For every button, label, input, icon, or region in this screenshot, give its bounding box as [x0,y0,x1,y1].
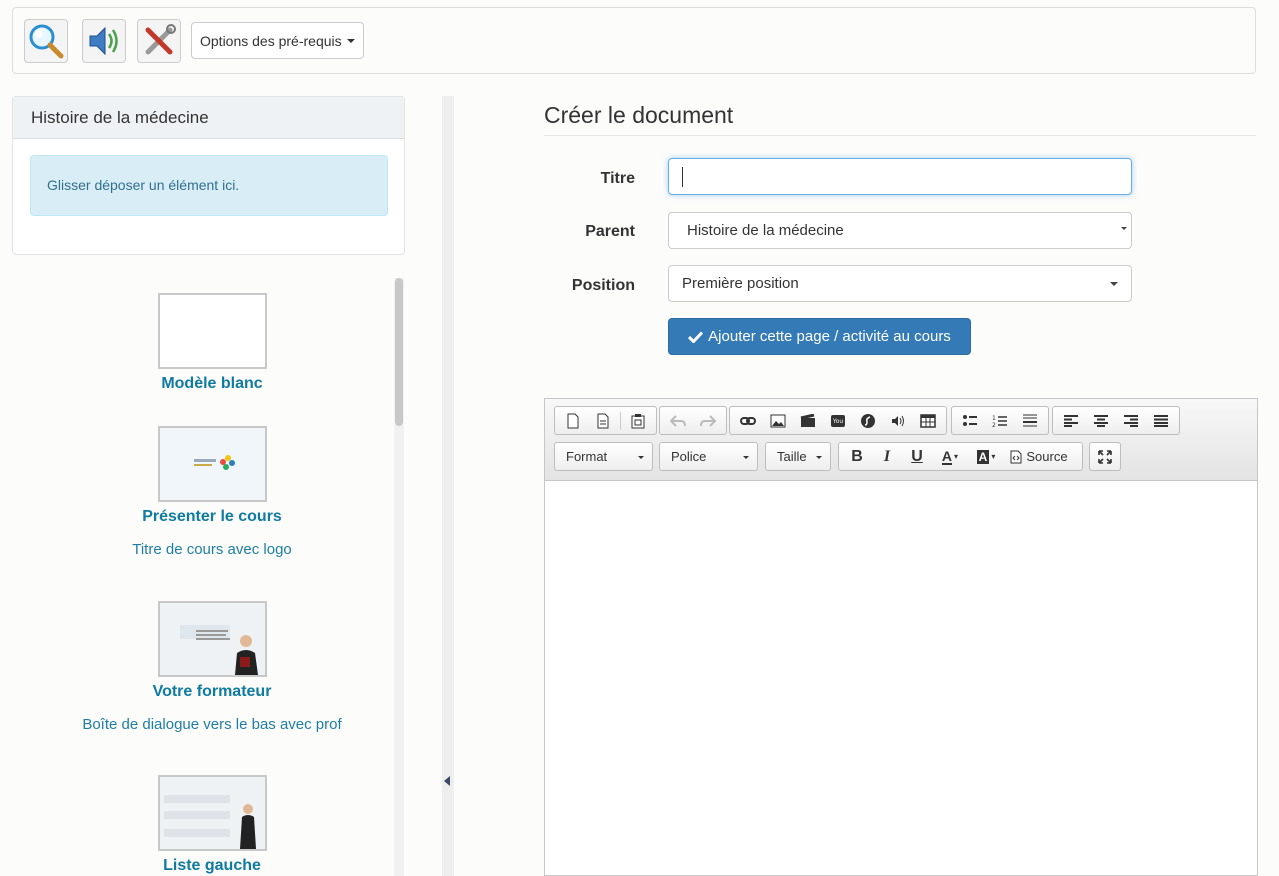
top-toolbar: Options des pré-requis [12,7,1256,74]
toolbar-separator [620,411,621,430]
align-justify-icon[interactable] [1146,410,1176,432]
source-button-label: Source [1026,449,1068,464]
font-dropdown-label: Police [671,449,707,464]
caret-down-icon: ▾ [954,452,959,461]
template-item[interactable]: Liste gauche [12,775,412,875]
caret-down-icon: ▾ [991,452,996,461]
undo-icon[interactable] [663,410,693,432]
position-label: Position [571,277,635,294]
underline-button[interactable]: U [902,446,932,468]
maximize-button[interactable] [1089,442,1121,471]
course-title: Histoire de la médecine [13,97,404,139]
numbered-list-icon[interactable]: 12 [985,410,1015,432]
parent-select[interactable]: Histoire de la médecine [668,212,1132,249]
image-icon[interactable] [763,410,793,432]
template-item[interactable]: Présenter le cours Titre de cours avec l… [12,426,412,558]
table-icon[interactable] [913,410,943,432]
text-color-glyph: A [941,447,953,465]
template-item[interactable]: Votre formateur Boîte de dialogue vers l… [12,601,412,733]
collapse-left-arrow-icon[interactable] [444,776,450,786]
scrollbar-thumb[interactable] [395,278,403,426]
insert-button-group: You [729,406,947,435]
template-title[interactable]: Liste gauche [12,857,412,875]
redo-icon[interactable] [693,410,723,432]
parent-label: Parent [585,223,635,240]
svg-text:2: 2 [992,422,996,428]
source-button[interactable]: Source [1004,446,1074,468]
template-title[interactable]: Modèle blanc [12,375,412,393]
format-dropdown[interactable]: Format [554,442,653,471]
svg-text:1: 1 [992,415,996,422]
template-title[interactable]: Présenter le cours [12,508,412,526]
bold-button[interactable]: B [842,446,872,468]
font-dropdown[interactable]: Police [659,442,758,471]
template-description: Boîte de dialogue vers le bas avec prof [82,716,342,733]
link-icon[interactable] [733,410,763,432]
caret-down-icon [816,456,822,459]
template-list: Modèle blanc Présenter le cours Titre de… [12,276,404,876]
editor-content-area[interactable] [545,481,1257,875]
size-dropdown[interactable]: Taille [765,442,831,471]
align-left-icon[interactable] [1056,410,1086,432]
template-item[interactable]: Modèle blanc [12,293,412,393]
text-color-button[interactable]: A ▾ [932,446,968,468]
svg-text:You: You [832,418,844,425]
caret-down-icon [743,456,749,459]
size-dropdown-label: Taille [777,449,807,464]
history-button-group [659,406,727,435]
paste-icon[interactable] [623,410,653,432]
prerequisites-options-label: Options des pré-requis [200,32,342,49]
text-cursor [682,166,683,187]
audio-icon[interactable] [883,410,913,432]
caret-down-icon [1110,282,1118,286]
template-title[interactable]: Votre formateur [12,683,412,701]
template-thumbnail[interactable] [157,426,267,502]
horizontal-rule-icon[interactable] [1015,410,1045,432]
flash-icon[interactable] [853,410,883,432]
drop-zone[interactable]: Glisser déposer un élément ici. [30,155,388,216]
text-style-button-group: B I U A ▾ A ▾ Source [838,442,1083,471]
audio-speaker-icon[interactable] [82,19,126,63]
heading-divider [544,135,1256,136]
prerequisites-options-dropdown[interactable]: Options des pré-requis [191,22,364,59]
align-right-icon[interactable] [1116,410,1146,432]
background-color-button[interactable]: A ▾ [968,446,1004,468]
position-select[interactable]: Première position [668,265,1132,302]
position-select-value: Première position [682,275,799,292]
editor-toolbar: You 12 Format Police Taille B I U A ▾ A … [545,399,1257,481]
settings-tools-icon[interactable] [137,19,181,63]
title-input[interactable] [668,158,1132,195]
templates-icon[interactable] [588,410,618,432]
maximize-icon [1098,449,1112,464]
bulleted-list-icon[interactable] [955,410,985,432]
source-icon [1010,450,1022,463]
caret-down-icon [346,38,355,43]
video-icon[interactable] [793,410,823,432]
caret-down-icon [638,456,644,459]
caret-down-icon [1121,227,1127,230]
parent-select-value: Histoire de la médecine [687,222,844,239]
course-structure-panel: Histoire de la médecine Glisser déposer … [12,96,405,255]
page-title: Créer le document [544,102,734,128]
list-button-group: 12 [951,406,1049,435]
add-page-button-label: Ajouter cette page / activité au cours [708,328,951,345]
template-thumbnail[interactable] [157,601,267,677]
title-label: Titre [600,170,635,187]
template-description: Titre de cours avec logo [132,541,292,558]
rich-text-editor: You 12 Format Police Taille B I U A ▾ A … [544,398,1258,876]
background-color-glyph: A [976,449,990,464]
format-dropdown-label: Format [566,449,608,464]
check-icon [688,330,704,343]
panel-resize-divider[interactable] [442,96,454,876]
search-magnifier-icon[interactable] [24,19,68,63]
youtube-icon[interactable]: You [823,410,853,432]
template-thumbnail[interactable] [157,775,267,851]
add-page-button[interactable]: Ajouter cette page / activité au cours [668,318,971,355]
italic-button[interactable]: I [872,446,902,468]
document-button-group [554,406,657,435]
align-center-icon[interactable] [1086,410,1116,432]
alignment-button-group [1052,406,1180,435]
new-page-icon[interactable] [558,410,588,432]
template-thumbnail[interactable] [157,293,267,369]
